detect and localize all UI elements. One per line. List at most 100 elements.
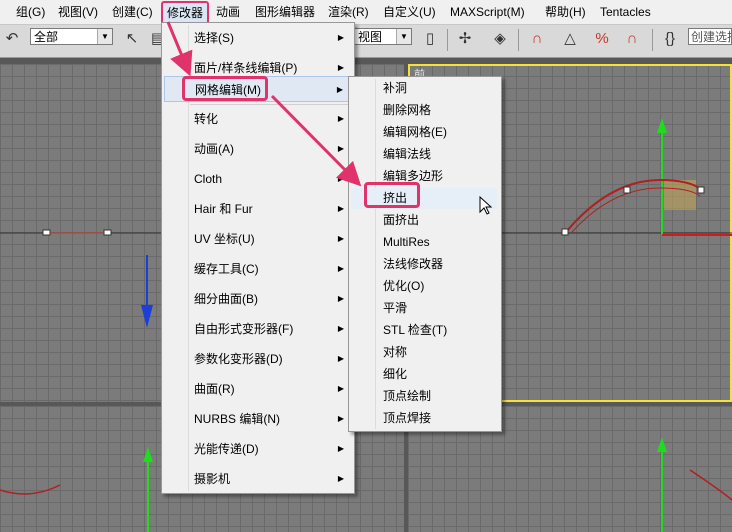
submenu-item-symmetry[interactable]: 对称 — [351, 342, 497, 363]
menu-graph-editors[interactable]: 图形编辑器 — [255, 4, 315, 21]
mirror-icon[interactable]: ✢ — [455, 29, 475, 49]
submenu-arrow-icon: ▶ — [337, 414, 344, 423]
menu-item-label: 选择(S) — [194, 31, 234, 45]
menu-help[interactable]: 帮助(H) — [545, 4, 586, 21]
submenu-item-edit-mesh[interactable]: 编辑网格(E) — [351, 122, 497, 143]
menu-rendering[interactable]: 渲染(R) — [328, 4, 369, 21]
menu-item-surface[interactable]: 曲面(R) ▶ — [164, 376, 350, 402]
menu-customize[interactable]: 自定义(U) — [383, 4, 436, 21]
menu-item-label: MultiRes — [383, 235, 430, 249]
menu-item-label: 参数化变形器(D) — [194, 352, 283, 366]
menu-item-label: 补洞 — [383, 81, 408, 95]
menu-animation[interactable]: 动画 — [216, 4, 240, 21]
toolbar-separator — [447, 29, 448, 51]
submenu-arrow-icon: ▶ — [337, 444, 344, 453]
select-icon[interactable]: ↖ — [122, 29, 142, 49]
submenu-arrow-icon: ▶ — [337, 114, 344, 123]
menu-item-label: 面挤出 — [383, 213, 420, 227]
menu-item-animation[interactable]: 动画(A) ▶ — [164, 136, 350, 162]
menu-item-free-form-deformers[interactable]: 自由形式变形器(F) ▶ — [164, 316, 350, 342]
highlight-box-extrude — [364, 182, 420, 208]
undo-icon[interactable]: ↶ — [2, 29, 22, 49]
submenu-item-optimize[interactable]: 优化(O) — [351, 276, 497, 297]
named-selection-input[interactable]: 创建选择 — [688, 28, 732, 45]
submenu-item-cap-holes[interactable]: 补洞 — [351, 78, 497, 99]
selection-filter-dropdown[interactable]: 全部 ▼ — [30, 28, 113, 45]
box-icon[interactable]: ◈ — [490, 29, 510, 49]
menu-item-subdivision-surfaces[interactable]: 细分曲面(B) ▶ — [164, 286, 350, 312]
menu-view[interactable]: 视图(V) — [58, 4, 98, 21]
menu-item-label: Cloth — [194, 172, 223, 186]
angle-snap-icon[interactable]: △ — [560, 29, 580, 49]
chevron-down-icon: ▼ — [97, 29, 112, 44]
submenu-item-multires[interactable]: MultiRes — [351, 232, 497, 253]
submenu-item-smooth[interactable]: 平滑 — [351, 298, 497, 319]
submenu-arrow-icon: ▶ — [337, 384, 344, 393]
snap-icon[interactable]: ∩ — [527, 29, 547, 49]
submenu-arrow-icon: ▶ — [337, 144, 344, 153]
submenu-item-tessellate[interactable]: 细化 — [351, 364, 497, 385]
view-icon[interactable]: ▯ — [420, 29, 440, 49]
menu-item-uv-coordinates[interactable]: UV 坐标(U) ▶ — [164, 226, 350, 252]
menu-item-label: 转化 — [194, 112, 219, 126]
submenu-arrow-icon: ▶ — [337, 474, 344, 483]
submenu-arrow-icon: ▶ — [337, 264, 344, 273]
menu-item-selection[interactable]: 选择(S) ▶ — [164, 25, 350, 51]
menu-create[interactable]: 创建(C) — [112, 4, 153, 21]
submenu-item-vertex-weld[interactable]: 顶点焊接 — [351, 408, 497, 429]
submenu-item-normal-modifier[interactable]: 法线修改器 — [351, 254, 497, 275]
toolbar-separator — [518, 29, 519, 51]
menu-item-label: 光能传递(D) — [194, 442, 259, 456]
menu-item-label: 顶点绘制 — [383, 389, 432, 403]
spinner-snap-icon[interactable]: ∩ — [622, 29, 642, 49]
menu-item-hair-fur[interactable]: Hair 和 Fur ▶ — [164, 196, 350, 222]
menu-maxscript[interactable]: MAXScript(M) — [450, 4, 525, 21]
toolbar-separator — [652, 29, 653, 51]
submenu-arrow-icon: ▶ — [337, 324, 344, 333]
menu-bar: 组(G) 视图(V) 创建(C) 修改器 动画 图形编辑器 渲染(R) 自定义(… — [0, 0, 732, 25]
menu-item-label: 顶点焊接 — [383, 411, 432, 425]
reference-coord-value: 视图 — [358, 30, 383, 44]
menu-item-label: UV 坐标(U) — [194, 232, 255, 246]
menu-item-radiosity[interactable]: 光能传递(D) ▶ — [164, 436, 350, 462]
submenu-arrow-icon: ▶ — [336, 85, 343, 94]
selection-filter-value: 全部 — [34, 30, 59, 44]
submenu-item-stl-check[interactable]: STL 检查(T) — [351, 320, 497, 341]
menu-item-cameras[interactable]: 摄影机 ▶ — [164, 466, 350, 492]
menu-item-label: 删除网格 — [383, 103, 432, 117]
menu-item-cloth[interactable]: Cloth ▶ — [164, 166, 350, 192]
menu-separator — [190, 104, 348, 105]
menu-item-label: 编辑网格(E) — [383, 125, 447, 139]
menu-item-label: NURBS 编辑(N) — [194, 412, 280, 426]
menu-item-conversion[interactable]: 转化 ▶ — [164, 106, 350, 132]
submenu-item-vertex-paint[interactable]: 顶点绘制 — [351, 386, 497, 407]
menu-item-cache-tools[interactable]: 缓存工具(C) ▶ — [164, 256, 350, 282]
menu-item-label: 曲面(R) — [194, 382, 235, 396]
menu-item-label: 平滑 — [383, 301, 408, 315]
menu-item-nurbs-editing[interactable]: NURBS 编辑(N) ▶ — [164, 406, 350, 432]
menu-group[interactable]: 组(G) — [16, 4, 45, 21]
percent-snap-icon[interactable]: % — [592, 29, 612, 49]
submenu-arrow-icon: ▶ — [337, 354, 344, 363]
menu-item-label: 自由形式变形器(F) — [194, 322, 294, 336]
menu-item-label: 摄影机 — [194, 472, 231, 486]
edit-named-icon[interactable]: {} — [660, 29, 680, 49]
menu-tentacles[interactable]: Tentacles — [600, 4, 651, 21]
submenu-item-edit-normals[interactable]: 编辑法线 — [351, 144, 497, 165]
submenu-arrow-icon: ▶ — [337, 294, 344, 303]
menu-item-label: 缓存工具(C) — [194, 262, 259, 276]
submenu-arrow-icon: ▶ — [337, 204, 344, 213]
submenu-arrow-icon: ▶ — [337, 234, 344, 243]
highlight-box-mesh-editing — [182, 76, 268, 101]
reference-coord-dropdown[interactable]: 视图 ▼ — [354, 28, 412, 45]
menu-item-parametric-deformers[interactable]: 参数化变形器(D) ▶ — [164, 346, 350, 372]
menu-item-label: 编辑多边形 — [383, 169, 444, 183]
submenu-arrow-icon: ▶ — [337, 174, 344, 183]
submenu-item-face-extrude[interactable]: 面挤出 — [351, 210, 497, 231]
menu-item-label: 动画(A) — [194, 142, 234, 156]
mouse-cursor-icon — [479, 196, 493, 215]
menu-item-label: 对称 — [383, 345, 408, 359]
menu-item-label: 优化(O) — [383, 279, 425, 293]
submenu-item-delete-mesh[interactable]: 删除网格 — [351, 100, 497, 121]
submenu-arrow-icon: ▶ — [337, 33, 344, 42]
